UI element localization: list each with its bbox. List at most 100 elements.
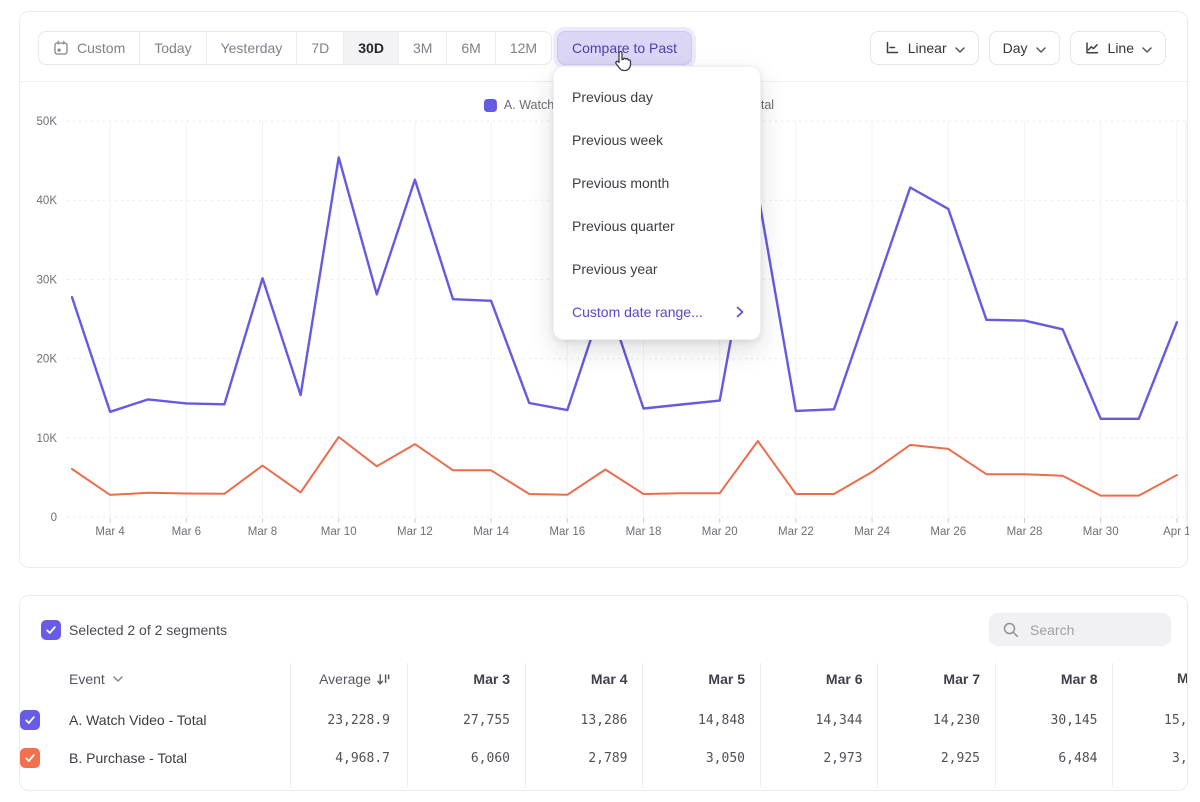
date-preset-30d[interactable]: 30D (344, 32, 399, 64)
y-axis-tick: 40K (37, 195, 58, 207)
chevron-down-icon (1142, 47, 1152, 53)
date-column-header: Mar 8 (988, 671, 1098, 687)
chevron-right-icon (736, 306, 744, 318)
menu-item-custom-date-range[interactable]: Custom date range... (554, 290, 760, 333)
x-axis-tick: Mar 4 (95, 526, 125, 538)
table-cell-clipped: 3, (1172, 751, 1188, 766)
chart-type-select[interactable]: Line (1070, 31, 1166, 65)
x-axis-tick: Mar 28 (1007, 526, 1043, 538)
average-value: 23,228.9 (280, 713, 390, 728)
table-cell: 2,789 (518, 751, 628, 766)
event-column-header[interactable]: Event (69, 670, 123, 688)
compare-to-past-button[interactable]: Compare to Past (557, 31, 692, 65)
series-line-b-purchase-total (72, 437, 1177, 496)
line-chart-icon (1084, 40, 1100, 56)
x-axis-tick: Mar 22 (778, 526, 814, 538)
column-separator (1112, 663, 1113, 787)
average-value: 4,968.7 (280, 751, 390, 766)
date-column-header: Mar 6 (753, 671, 863, 687)
date-preset-label: 12M (510, 40, 537, 56)
checkmark-icon (45, 624, 57, 636)
menu-item-label: Custom date range... (572, 304, 703, 320)
date-preset-label: 3M (413, 40, 432, 56)
chart-controls: Linear Day Line (870, 31, 1166, 65)
date-preset-3m[interactable]: 3M (399, 32, 447, 64)
date-preset-7d[interactable]: 7D (297, 32, 344, 64)
menu-item-previous-month[interactable]: Previous month (554, 161, 760, 204)
table-cell: 3,050 (635, 751, 745, 766)
y-axis-tick: 10K (37, 433, 58, 445)
date-preset-yesterday[interactable]: Yesterday (207, 32, 298, 64)
calendar-icon (53, 40, 69, 56)
menu-item-previous-week[interactable]: Previous week (554, 118, 760, 161)
x-axis-tick: Mar 8 (248, 526, 277, 538)
date-preset-label: Today (154, 40, 191, 56)
table-cell: 2,973 (753, 751, 863, 766)
granularity-select[interactable]: Day (989, 31, 1060, 65)
date-preset-today[interactable]: Today (140, 32, 206, 64)
date-column-header: Mar 3 (400, 671, 510, 687)
legend-swatch (484, 99, 497, 112)
x-axis-tick: Mar 10 (321, 526, 357, 538)
x-axis-tick: Mar 14 (473, 526, 509, 538)
x-axis-tick: Mar 30 (1083, 526, 1119, 538)
date-column-header: Mar 4 (518, 671, 628, 687)
date-preset-label: 7D (311, 40, 329, 56)
checkmark-icon (24, 714, 36, 726)
menu-item-previous-day[interactable]: Previous day (554, 75, 760, 118)
chevron-down-icon (113, 676, 123, 682)
table-cell: 2,925 (870, 751, 980, 766)
y-axis-tick: 20K (37, 354, 58, 366)
segments-card: Selected 2 of 2 segments Event Average (19, 595, 1188, 791)
table-cell: 27,755 (400, 713, 510, 728)
chevron-down-icon (955, 47, 965, 53)
menu-item-previous-year[interactable]: Previous year (554, 247, 760, 290)
x-axis-tick: Mar 26 (930, 526, 966, 538)
table-cell: 6,060 (400, 751, 510, 766)
table-cell: 14,230 (870, 713, 980, 728)
sort-descending-icon (377, 673, 390, 686)
table-cell: 6,484 (988, 751, 1098, 766)
select-all-checkbox[interactable] (41, 620, 61, 640)
menu-item-previous-quarter[interactable]: Previous quarter (554, 204, 760, 247)
date-range-picker: Custom Today Yesterday 7D 30D 3M 6M 12M (38, 31, 552, 65)
table-cell: 13,286 (518, 713, 628, 728)
chart-type-label: Line (1108, 40, 1134, 56)
date-preset-label: Custom (77, 40, 125, 56)
row-label: B. Purchase - Total (69, 750, 187, 766)
checkmark-icon (24, 752, 36, 764)
table-cell: 14,344 (753, 713, 863, 728)
x-axis-tick: Mar 16 (549, 526, 585, 538)
row-checkbox-watch-video[interactable] (20, 710, 40, 730)
x-axis-tick: Mar 12 (397, 526, 433, 538)
date-column-header: Mar 7 (870, 671, 980, 687)
date-preset-label: 30D (358, 40, 384, 56)
date-preset-6m[interactable]: 6M (447, 32, 495, 64)
compare-to-past-menu: Previous dayPrevious weekPrevious monthP… (553, 66, 761, 340)
table-cell-clipped: 15, (1164, 713, 1187, 728)
search-icon (1002, 621, 1020, 639)
x-axis-tick: Mar 6 (172, 526, 201, 538)
scale-select[interactable]: Linear (870, 31, 979, 65)
x-axis-tick: Apr 1 (1163, 526, 1189, 538)
date-column-header-clipped: M (1177, 670, 1188, 686)
date-column-header: Mar 5 (635, 671, 745, 687)
date-preset-label: 6M (461, 40, 480, 56)
x-axis-tick: Mar 24 (854, 526, 890, 538)
average-column-header[interactable]: Average (319, 670, 390, 688)
row-label: A. Watch Video - Total (69, 712, 206, 728)
table-cell: 14,848 (635, 713, 745, 728)
date-preset-label: Yesterday (221, 40, 283, 56)
analytics-dashboard: Custom Today Yesterday 7D 30D 3M 6M 12M Compare… (0, 0, 1200, 802)
segments-summary: Selected 2 of 2 segments (69, 622, 227, 638)
date-preset-custom[interactable]: Custom (39, 32, 140, 64)
granularity-label: Day (1003, 40, 1028, 56)
table-cell: 30,145 (988, 713, 1098, 728)
date-preset-12m[interactable]: 12M (496, 32, 551, 64)
row-checkbox-purchase[interactable] (20, 748, 40, 768)
y-axis-tick: 0 (51, 512, 57, 524)
search-input[interactable] (1030, 622, 1161, 638)
y-axis-tick: 30K (37, 274, 58, 286)
x-axis-tick: Mar 20 (702, 526, 738, 538)
segments-search[interactable] (989, 613, 1171, 646)
